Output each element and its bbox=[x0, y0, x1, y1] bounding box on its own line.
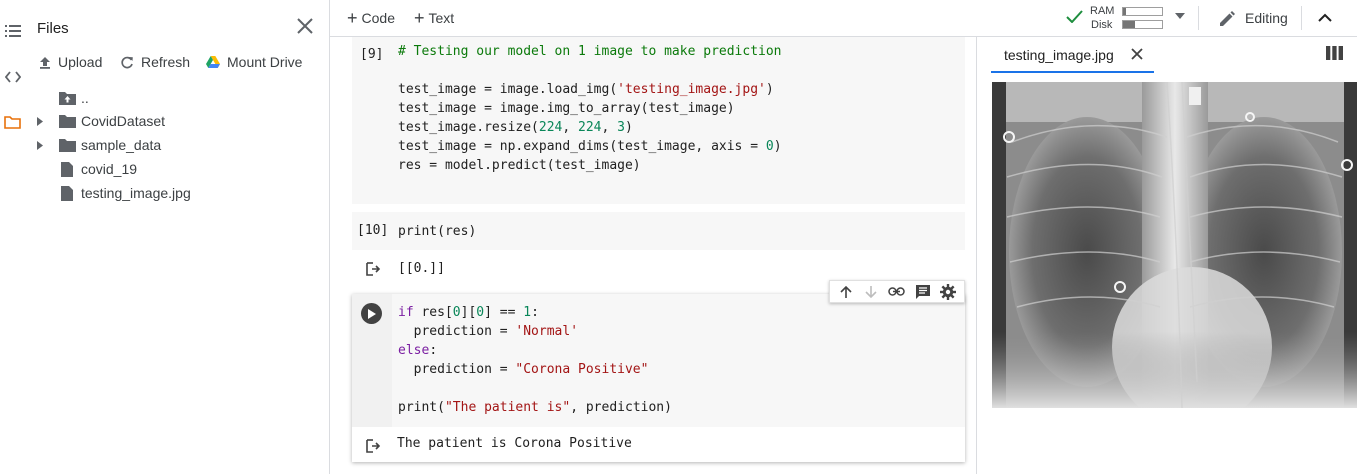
tree-item-sample-data[interactable]: sample_data bbox=[33, 135, 161, 155]
tree-item-testing-image[interactable]: testing_image.jpg bbox=[40, 183, 191, 203]
code-line: res = model.predict(test_image) bbox=[398, 158, 641, 173]
upload-icon bbox=[40, 56, 50, 69]
add-text-cell-button[interactable]: + Text bbox=[414, 9, 454, 27]
code-editor[interactable]: # Testing our model on 1 image to make p… bbox=[398, 42, 782, 175]
toolbar-divider bbox=[1198, 6, 1199, 30]
tree-item-covid-19[interactable]: covid_19 bbox=[40, 159, 137, 179]
pencil-icon bbox=[1220, 10, 1235, 26]
refresh-label: Refresh bbox=[141, 54, 191, 70]
code-line: test_image.resize(224, 224, 3) bbox=[398, 120, 633, 135]
toolbar-divider bbox=[1301, 6, 1302, 30]
ram-label: RAM bbox=[1090, 5, 1115, 17]
xray-image bbox=[992, 82, 1357, 408]
add-code-cell-button[interactable]: + Code bbox=[347, 9, 395, 27]
files-folder-icon[interactable] bbox=[0, 110, 25, 134]
code-line: if res[0][0] == 1: bbox=[398, 305, 539, 320]
table-of-contents-icon[interactable] bbox=[0, 19, 25, 43]
run-cell-button[interactable] bbox=[361, 303, 382, 324]
tab-testing-image[interactable]: testing_image.jpg bbox=[991, 37, 1154, 73]
code-line: # Testing our model on 1 image to make p… bbox=[398, 44, 782, 59]
cell-output: [[0.]] bbox=[398, 261, 445, 276]
move-cell-down-icon[interactable] bbox=[862, 283, 880, 301]
file-viewer-panel: testing_image.jpg bbox=[976, 37, 1357, 474]
refresh-button[interactable]: Refresh bbox=[121, 53, 190, 71]
code-line: else: bbox=[398, 343, 438, 358]
move-cell-up-icon[interactable] bbox=[837, 283, 855, 301]
disk-bar bbox=[1122, 20, 1163, 29]
code-line: prediction = 'Normal' bbox=[398, 324, 579, 339]
tree-item-parent[interactable]: .. bbox=[40, 88, 89, 108]
code-line: prediction = "Corona Positive" bbox=[398, 362, 649, 377]
cell-toolbar bbox=[829, 280, 965, 303]
notebook-area: [9] # Testing our model on 1 image to ma… bbox=[330, 37, 976, 474]
upload-label: Upload bbox=[58, 54, 103, 70]
tab-label: testing_image.jpg bbox=[1004, 47, 1114, 63]
code-line: print(res) bbox=[398, 224, 477, 239]
code-cell[interactable]: [10] print(res) bbox=[352, 212, 965, 250]
link-icon[interactable] bbox=[888, 283, 906, 301]
close-icon[interactable] bbox=[294, 15, 316, 37]
tree-item-label: CovidDataset bbox=[81, 113, 166, 129]
cell-settings-gear-icon[interactable] bbox=[939, 283, 957, 301]
tree-item-label: testing_image.jpg bbox=[81, 185, 191, 201]
refresh-icon bbox=[121, 56, 133, 68]
execution-count: [9] bbox=[360, 47, 384, 62]
check-icon bbox=[1066, 10, 1083, 23]
tree-item-label: .. bbox=[81, 90, 89, 106]
split-view-icon[interactable] bbox=[1326, 46, 1343, 60]
notebook-toolbar: + Code + Text RAM Disk Editing bbox=[330, 0, 1357, 37]
expand-arrow-icon[interactable] bbox=[33, 135, 47, 155]
plus-icon: + bbox=[414, 8, 425, 28]
collapse-header-icon[interactable] bbox=[1318, 13, 1332, 22]
active-code-cell[interactable]: if res[0][0] == 1: prediction = 'Normal'… bbox=[352, 294, 965, 462]
file-icon bbox=[58, 160, 76, 178]
plus-icon: + bbox=[347, 8, 358, 28]
close-tab-icon[interactable] bbox=[1129, 46, 1145, 62]
files-panel-title: Files bbox=[37, 20, 69, 37]
mount-drive-button[interactable]: Mount Drive bbox=[206, 53, 302, 71]
code-line: test_image = image.img_to_array(test_ima… bbox=[398, 101, 735, 116]
code-line: print("The patient is", prediction) bbox=[398, 400, 672, 415]
folder-icon bbox=[58, 136, 76, 154]
tree-item-label: covid_19 bbox=[81, 161, 138, 177]
code-cell[interactable]: [9] # Testing our model on 1 image to ma… bbox=[352, 37, 965, 204]
ram-bar bbox=[1122, 7, 1163, 16]
tree-item-coviddataset[interactable]: CovidDataset bbox=[33, 111, 165, 131]
code-line: test_image = image.load_img('testing_ima… bbox=[398, 82, 774, 97]
folder-up-icon bbox=[58, 89, 76, 107]
output-icon[interactable] bbox=[364, 437, 382, 455]
add-code-label: Code bbox=[361, 10, 395, 26]
code-editor[interactable]: print(res) bbox=[398, 222, 476, 241]
output-icon[interactable] bbox=[364, 260, 382, 278]
google-drive-icon bbox=[206, 56, 220, 68]
expand-arrow-icon[interactable] bbox=[33, 111, 47, 131]
folder-icon bbox=[58, 112, 76, 130]
upload-button[interactable]: Upload bbox=[39, 53, 102, 71]
execution-count: [10] bbox=[357, 223, 389, 238]
cell-output: The patient is Corona Positive bbox=[397, 436, 632, 451]
mount-drive-label: Mount Drive bbox=[227, 54, 303, 70]
disk-label: Disk bbox=[1091, 19, 1113, 31]
code-line: test_image = np.expand_dims(test_image, … bbox=[398, 139, 782, 154]
left-rail bbox=[0, 0, 25, 474]
comment-icon[interactable] bbox=[914, 283, 932, 301]
files-panel: Files Upload Refresh Mount Drive .. Covi… bbox=[25, 0, 330, 474]
editing-mode-button[interactable]: Editing bbox=[1219, 9, 1288, 27]
code-editor[interactable]: if res[0][0] == 1: prediction = 'Normal'… bbox=[398, 303, 672, 417]
play-icon bbox=[367, 308, 376, 319]
runtime-dropdown-icon[interactable] bbox=[1175, 13, 1185, 19]
add-text-label: Text bbox=[428, 10, 455, 26]
editing-label: Editing bbox=[1245, 10, 1288, 26]
tree-item-label: sample_data bbox=[81, 137, 162, 153]
file-icon bbox=[58, 184, 76, 202]
code-snippets-icon[interactable] bbox=[0, 65, 25, 89]
